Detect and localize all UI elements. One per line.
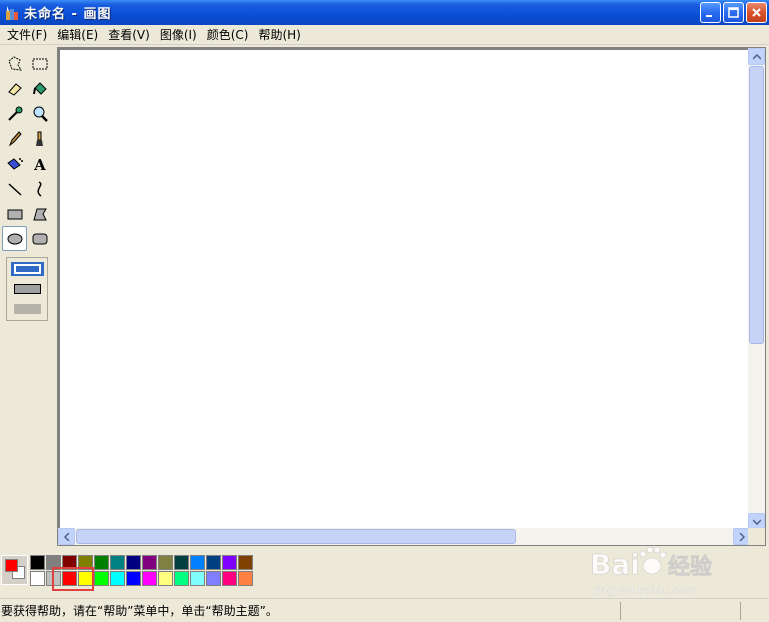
title-bar[interactable]: 未命名 - 画图 bbox=[0, 0, 769, 25]
arrow-down-icon bbox=[752, 518, 761, 525]
toolbox: A bbox=[0, 47, 55, 545]
rect-select-icon bbox=[32, 58, 47, 69]
magnifier-icon bbox=[33, 106, 48, 122]
palette-swatch[interactable] bbox=[206, 555, 221, 570]
menu-help[interactable]: 帮助(H) bbox=[253, 26, 305, 43]
minimize-icon bbox=[706, 15, 712, 17]
status-panel-coords bbox=[620, 602, 621, 620]
rectangle-icon bbox=[7, 209, 22, 219]
palette-swatch[interactable] bbox=[158, 555, 173, 570]
tool-curve[interactable] bbox=[27, 176, 52, 201]
tool-ellipse[interactable] bbox=[2, 226, 27, 251]
fill-option-outline-filled[interactable] bbox=[11, 282, 44, 296]
foreground-color bbox=[5, 559, 18, 572]
vertical-scroll-thumb[interactable] bbox=[749, 66, 764, 344]
palette-swatch[interactable] bbox=[30, 555, 45, 570]
status-text: 要获得帮助，请在“帮助”菜单中，单击“帮助主题”。 bbox=[1, 604, 278, 618]
window-title: 未命名 - 画图 bbox=[24, 7, 112, 22]
palette-swatch[interactable] bbox=[110, 571, 125, 586]
tool-polygon[interactable] bbox=[27, 201, 52, 226]
svg-text:A: A bbox=[33, 156, 46, 173]
scrollbar-corner bbox=[748, 528, 765, 545]
close-button[interactable] bbox=[746, 2, 767, 23]
palette-swatch[interactable] bbox=[126, 555, 141, 570]
brush-icon bbox=[35, 131, 43, 146]
baidu-jingyan-watermark: Bai 经验 jingyan.baidu.com bbox=[590, 546, 712, 597]
status-panel-size bbox=[740, 602, 741, 620]
line-icon bbox=[7, 182, 22, 196]
ellipse-icon bbox=[7, 233, 22, 244]
palette-swatch[interactable] bbox=[222, 555, 237, 570]
fill-option-filled[interactable] bbox=[11, 302, 44, 316]
palette-swatch[interactable] bbox=[174, 571, 189, 586]
palette-swatch[interactable] bbox=[174, 555, 189, 570]
free-select-icon bbox=[7, 55, 22, 71]
menu-colors[interactable]: 颜色(C) bbox=[202, 26, 254, 43]
svg-text:jingyan.baidu.com: jingyan.baidu.com bbox=[593, 584, 696, 597]
menu-file[interactable]: 文件(F) bbox=[2, 26, 52, 43]
horizontal-scroll-thumb[interactable] bbox=[76, 529, 516, 544]
fill-icon bbox=[32, 81, 47, 95]
paint-app-icon bbox=[6, 5, 18, 20]
status-bar: 要获得帮助，请在“帮助”菜单中，单击“帮助主题”。 bbox=[0, 598, 769, 622]
palette-swatch[interactable] bbox=[142, 571, 157, 586]
palette-swatch[interactable] bbox=[238, 555, 253, 570]
palette-swatch[interactable] bbox=[158, 571, 173, 586]
rounded-rect-icon bbox=[32, 233, 47, 244]
highlight-box bbox=[52, 567, 94, 591]
tool-text[interactable]: A bbox=[27, 151, 52, 176]
tool-magnifier[interactable] bbox=[27, 101, 52, 126]
tool-rectangle[interactable] bbox=[2, 201, 27, 226]
palette-swatch[interactable] bbox=[30, 571, 45, 586]
tool-airbrush[interactable] bbox=[2, 151, 27, 176]
tool-options bbox=[6, 257, 48, 321]
palette-swatch[interactable] bbox=[206, 571, 221, 586]
curve-icon bbox=[36, 180, 42, 197]
canvas-area bbox=[57, 47, 766, 546]
tool-fill[interactable] bbox=[27, 76, 52, 101]
eraser-icon bbox=[7, 82, 22, 96]
palette-swatch[interactable] bbox=[238, 571, 253, 586]
close-icon bbox=[752, 8, 761, 17]
tool-pencil[interactable] bbox=[2, 126, 27, 151]
tool-line[interactable] bbox=[2, 176, 27, 201]
airbrush-icon bbox=[6, 157, 23, 170]
current-colors[interactable] bbox=[1, 555, 28, 585]
palette-swatch[interactable] bbox=[142, 555, 157, 570]
palette-swatch[interactable] bbox=[126, 571, 141, 586]
menu-image[interactable]: 图像(I) bbox=[155, 26, 202, 43]
vertical-scrollbar[interactable] bbox=[748, 48, 765, 530]
arrow-right-icon bbox=[738, 532, 745, 541]
scroll-left-button[interactable] bbox=[58, 528, 75, 545]
tool-eraser[interactable] bbox=[2, 76, 27, 101]
arrow-up-icon bbox=[752, 53, 761, 60]
tool-rect-select[interactable] bbox=[27, 51, 52, 76]
palette-swatch[interactable] bbox=[190, 571, 205, 586]
palette-swatch[interactable] bbox=[94, 555, 109, 570]
pencil-icon bbox=[8, 130, 22, 146]
tool-color-picker[interactable] bbox=[2, 101, 27, 126]
tool-rounded-rect[interactable] bbox=[27, 226, 52, 251]
maximize-button[interactable] bbox=[723, 2, 744, 23]
fill-option-outline[interactable] bbox=[11, 262, 44, 276]
palette-swatch[interactable] bbox=[190, 555, 205, 570]
tool-brush[interactable] bbox=[27, 126, 52, 151]
maximize-icon bbox=[728, 7, 739, 18]
arrow-left-icon bbox=[63, 532, 70, 541]
svg-text:经验: 经验 bbox=[668, 554, 712, 580]
scroll-up-button[interactable] bbox=[748, 48, 765, 65]
palette-swatch[interactable] bbox=[110, 555, 125, 570]
color-picker-icon bbox=[7, 106, 22, 121]
menu-bar: 文件(F) 编辑(E) 查看(V) 图像(I) 颜色(C) 帮助(H) bbox=[0, 25, 769, 45]
palette-swatch[interactable] bbox=[94, 571, 109, 586]
menu-edit[interactable]: 编辑(E) bbox=[52, 26, 103, 43]
text-icon: A bbox=[33, 156, 46, 173]
minimize-button[interactable] bbox=[700, 2, 721, 23]
polygon-icon bbox=[32, 208, 47, 220]
svg-text:Bai: Bai bbox=[590, 548, 640, 581]
drawing-canvas[interactable] bbox=[60, 50, 751, 530]
palette-swatch[interactable] bbox=[222, 571, 237, 586]
tool-free-select[interactable] bbox=[2, 51, 27, 76]
menu-view[interactable]: 查看(V) bbox=[103, 26, 155, 43]
